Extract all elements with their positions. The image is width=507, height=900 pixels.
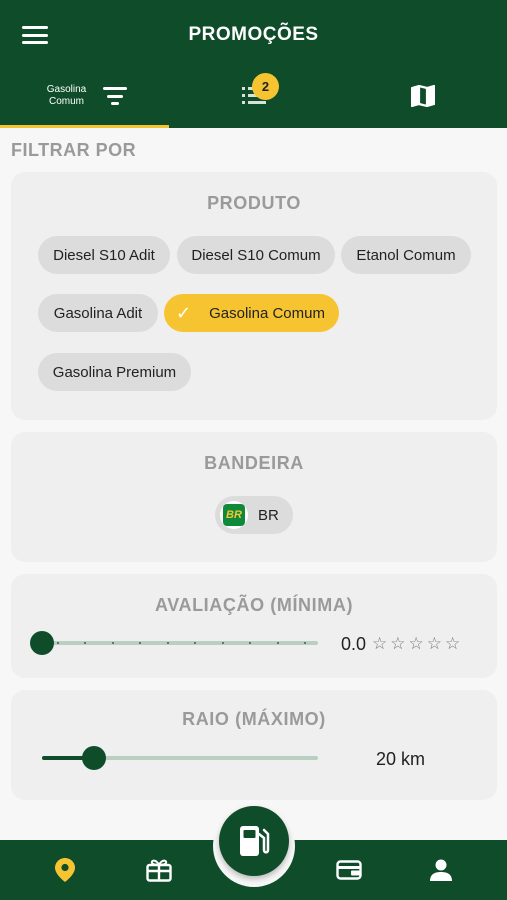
chip-gasolina-premium[interactable]: Gasolina Premium [38,353,191,391]
rating-value: 0.0 [341,634,367,654]
location-pin-icon [55,858,75,882]
chip-gasolina-comum[interactable]: ✓ Gasolina Comum [164,294,339,332]
star-icon: ☆ [372,634,388,653]
rating-stars: ☆ ☆ ☆ ☆ ☆ [372,635,460,652]
check-icon: ✓ [176,302,192,323]
rating-slider-thumb[interactable] [30,631,54,655]
chip-diesel-s10-adit[interactable]: Diesel S10 Adit [38,236,170,274]
top-tabs: Gasolina Comum [0,64,507,128]
rating-slider-track[interactable] [42,641,318,645]
chip-gasolina-adit[interactable]: Gasolina Adit [38,294,158,332]
bandeira-card: BANDEIRA BR BR [11,432,497,562]
nav-profile[interactable] [416,840,466,900]
map-icon [410,85,435,107]
filter-heading: FILTRAR POR [11,140,137,160]
tab-filter-label: Gasolina Comum [46,84,87,107]
star-icon: ☆ [445,634,461,653]
radius-value: 20 km [376,749,426,769]
chip-etanol-comum[interactable]: Etanol Comum [341,236,471,274]
list-count-badge: 2 [252,73,279,100]
nav-wallet[interactable] [324,840,374,900]
star-icon: ☆ [390,634,406,653]
tab-filter[interactable]: Gasolina Comum [0,64,169,128]
nav-location[interactable] [40,840,90,900]
fuel-pump-icon [240,826,270,856]
fuel-button[interactable] [219,806,289,876]
avaliacao-title: AVALIAÇÃO (MÍNIMA) [154,595,354,615]
chip-bandeira-br[interactable]: BR BR [215,496,293,534]
page-title: PROMOÇÕES [188,24,319,45]
wallet-icon [336,860,362,880]
star-icon: ☆ [426,634,442,653]
nav-gifts[interactable] [134,840,184,900]
avaliacao-card: AVALIAÇÃO (MÍNIMA) 0.0 ☆ ☆ ☆ ☆ ☆ [11,574,497,678]
bandeira-label: BR [258,506,279,524]
app-bar: PROMOÇÕES Gasolina Comum [0,0,507,128]
tab-list[interactable] [169,64,338,128]
chip-diesel-s10-comum[interactable]: Diesel S10 Comum [177,236,335,274]
radius-slider-thumb[interactable] [82,746,107,770]
star-icon: ☆ [408,634,424,653]
tab-map[interactable] [338,64,507,128]
bandeira-title: BANDEIRA [204,453,304,473]
gift-icon [146,859,172,882]
person-icon [430,859,452,881]
filter-icon [102,87,127,105]
raio-title: RAIO (MÁXIMO) [182,709,326,729]
raio-card: RAIO (MÁXIMO) 20 km [11,690,497,800]
produto-title: PRODUTO [207,193,301,213]
produto-card: PRODUTO Diesel S10 Adit Diesel S10 Comum… [11,172,497,420]
br-logo: BR [220,501,248,529]
